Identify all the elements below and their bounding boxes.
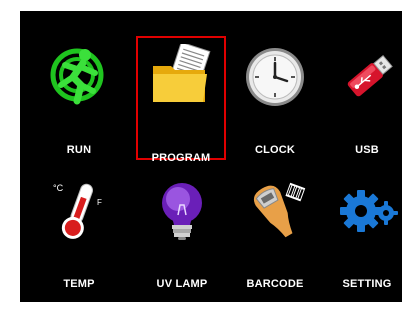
thermometer-icon: °C F xyxy=(53,183,102,239)
svg-text:°C: °C xyxy=(53,183,64,193)
menu-item-label: RUN xyxy=(66,144,92,156)
menu-item-label: USB xyxy=(355,144,379,156)
gears-icon xyxy=(340,190,398,232)
menu-item-usb[interactable]: USB xyxy=(321,25,413,165)
uv-lamp-icon xyxy=(162,183,202,240)
menu-item-label: TEMP xyxy=(63,278,95,290)
menu-item-temp[interactable]: °C F TEMP xyxy=(33,159,125,299)
menu-item-barcode[interactable]: BARCODE xyxy=(229,159,321,299)
menu-item-run[interactable]: RUN xyxy=(33,25,125,165)
menu-item-label: BARCODE xyxy=(246,278,304,290)
menu-item-uv-lamp[interactable]: UV LAMP xyxy=(136,159,228,299)
menu-item-label: UV LAMP xyxy=(156,278,208,290)
svg-text:F: F xyxy=(97,198,102,207)
menu-item-label: SETTING xyxy=(342,278,392,290)
menu-screen: RUN PROGRAM CLOCK USB °C F TEMP UV LAMP … xyxy=(20,11,402,302)
running-man-icon xyxy=(50,48,104,105)
menu-item-program[interactable]: PROGRAM xyxy=(136,36,226,164)
menu-item-label: CLOCK xyxy=(254,144,296,156)
menu-item-clock[interactable]: CLOCK xyxy=(229,25,321,165)
folder-icon xyxy=(153,44,211,102)
clock-icon xyxy=(246,48,304,106)
usb-drive-icon xyxy=(347,54,393,97)
barcode-scanner-icon xyxy=(253,182,306,238)
menu-item-setting[interactable]: SETTING xyxy=(321,159,413,299)
